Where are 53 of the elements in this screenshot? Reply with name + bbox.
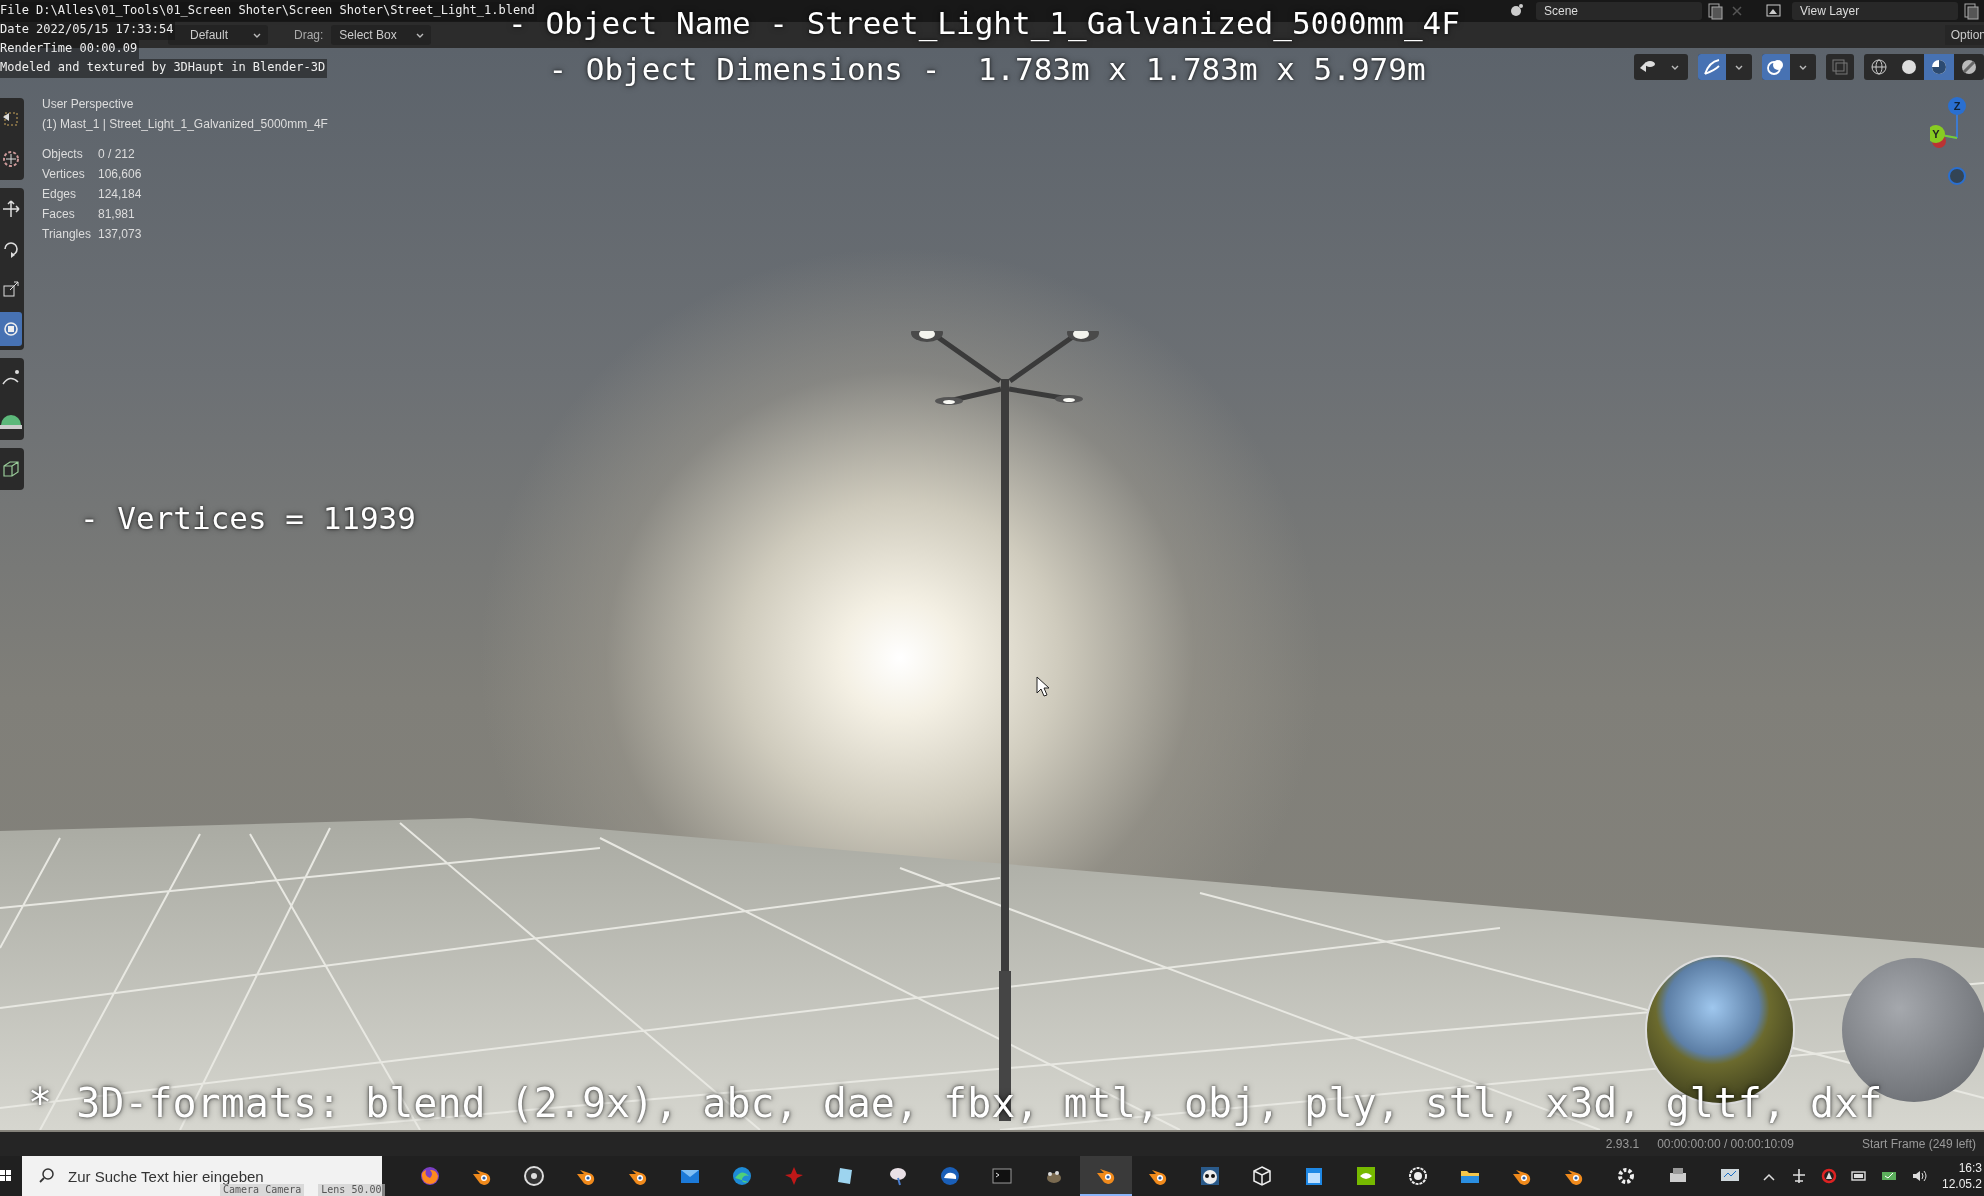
stat-label: Vertices	[42, 166, 86, 182]
sphere-icon	[1959, 57, 1979, 77]
stat-value: 106,606	[98, 166, 143, 182]
add-icon	[0, 458, 22, 480]
copy-icon[interactable]	[1962, 2, 1980, 20]
copy-icon[interactable]	[1706, 2, 1724, 20]
toggle-button[interactable]	[1762, 54, 1790, 80]
stat-label: Triangles	[42, 226, 92, 242]
clock-time: 16:3	[1958, 1160, 1982, 1176]
shield-icon[interactable]	[1819, 1167, 1838, 1185]
panda-icon	[1198, 1164, 1222, 1188]
frame-text: Start Frame (249 left)	[1861, 1137, 1976, 1151]
clock-date: 12.05.2	[1941, 1176, 1982, 1192]
object-name: (1) Mast_1 | Street_Light_1_Galvanized_5000mm_4F	[42, 116, 328, 133]
stat-label: Edges	[42, 186, 78, 202]
search-icon	[38, 1167, 56, 1185]
drag-label: Drag:	[294, 28, 324, 42]
sphere-icon	[1869, 57, 1889, 77]
view-name: User Perspective	[42, 96, 135, 113]
app-icon	[522, 1164, 546, 1188]
xray-icon	[1829, 56, 1851, 78]
version-text: 2.93.1	[1605, 1137, 1640, 1151]
stamp-text: Lens 50.00	[318, 1184, 385, 1196]
mouse-cursor-icon	[1035, 676, 1051, 698]
app-icon	[1354, 1164, 1378, 1188]
app-icon	[418, 1164, 442, 1188]
stat-label: Faces	[42, 206, 76, 222]
move-icon	[0, 198, 22, 220]
scale-icon	[0, 278, 22, 300]
stat-value: 137,073	[98, 226, 143, 242]
timecode-text: 00:00:00:00 / 00:00:10:09	[1657, 1137, 1794, 1151]
app-icon	[730, 1164, 754, 1188]
scene-field[interactable]: Scene	[1536, 2, 1702, 20]
clock[interactable]: 16:3 12.05.2	[1941, 1160, 1982, 1192]
stat-label: Objects	[42, 146, 84, 162]
vertices-caption: - Vertices = 11939	[80, 500, 416, 536]
gizmo-icon	[1701, 56, 1723, 78]
sphere-icon	[1899, 57, 1919, 77]
sphere-icon	[1929, 57, 1949, 77]
cube-icon	[1250, 1164, 1274, 1188]
navigation-gizmo-drawing: Z Y	[1930, 97, 1966, 185]
view-layer-field[interactable]: View Layer	[1792, 2, 1958, 20]
shading-button[interactable]	[1924, 54, 1954, 80]
cursor-icon	[0, 148, 22, 170]
stamp-text: Camera Camera	[220, 1184, 305, 1196]
stat-value: 0 / 212	[98, 146, 136, 162]
stat-value: 81,981	[98, 206, 136, 222]
dimensions-caption: - Object Dimensions - 1.783m x 1.783m x 5.979m	[548, 50, 1426, 89]
drag-dropdown[interactable]: Select Box	[331, 25, 432, 45]
toggle-button[interactable]	[1698, 54, 1726, 80]
stat-value: 124,184	[98, 186, 143, 202]
dial-icon	[1406, 1164, 1430, 1188]
app-icon	[938, 1164, 962, 1188]
